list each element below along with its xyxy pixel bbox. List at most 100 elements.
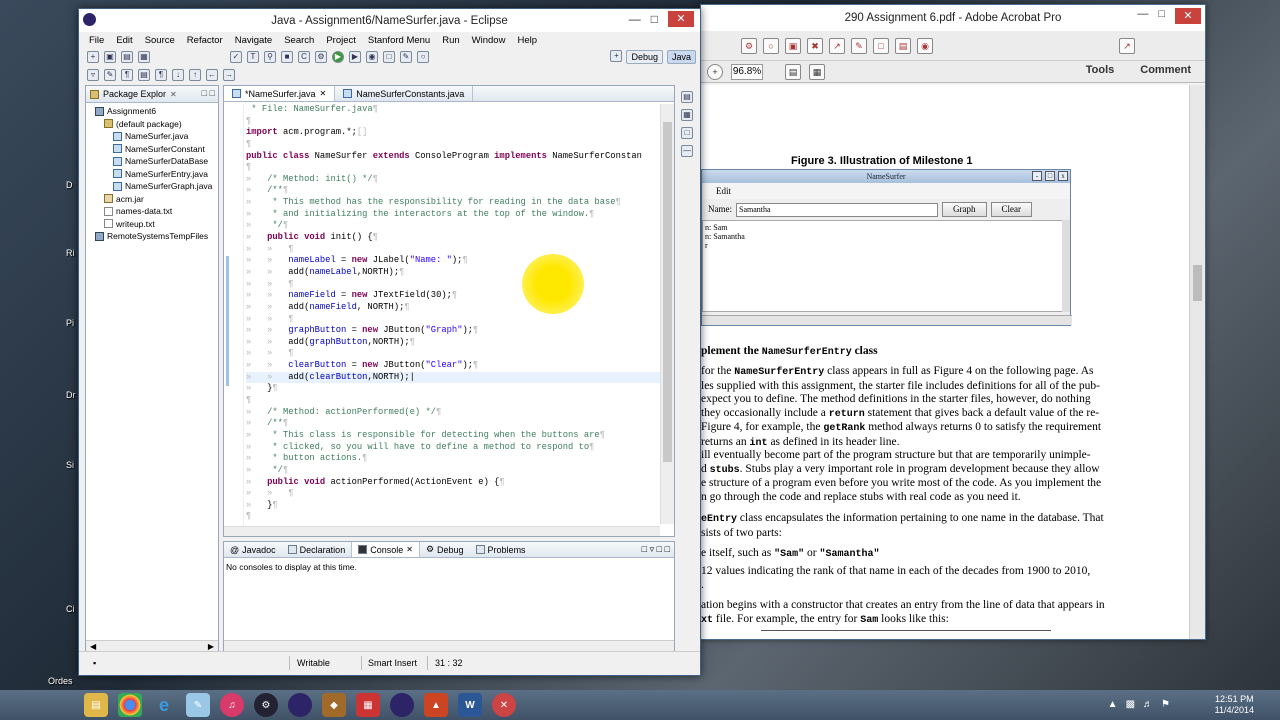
tree-item[interactable]: NameSurfer.java <box>86 130 218 143</box>
menu-navigate[interactable]: Navigate <box>229 35 279 46</box>
forward-icon[interactable]: → <box>223 69 235 81</box>
acrobat-icon[interactable]: ▲ <box>424 693 448 717</box>
close-icon[interactable]: ✕ <box>668 11 694 27</box>
expand-icon[interactable]: ↗ <box>1119 37 1135 54</box>
perspective-java[interactable]: Java <box>666 50 696 64</box>
minimize-icon[interactable]: — <box>1137 8 1148 24</box>
maximize-icon[interactable]: □ <box>1158 8 1165 24</box>
tree-item[interactable]: acm.jar <box>86 193 218 206</box>
word-icon[interactable]: W <box>458 693 482 717</box>
prev-annotation-icon[interactable]: ↑ <box>189 69 201 81</box>
mark-occurrences-icon[interactable]: ✎ <box>104 69 116 81</box>
view-menu-icon[interactable]: □ □ <box>202 88 215 98</box>
editor-hscrollbar[interactable] <box>224 526 660 536</box>
menu-source[interactable]: Source <box>139 35 181 46</box>
menu-stanford[interactable]: Stanford Menu <box>362 35 436 46</box>
menu-help[interactable]: Help <box>511 35 543 46</box>
hierarchy-icon[interactable]: □ <box>681 127 693 139</box>
minimize-view-icon[interactable]: — <box>681 145 693 157</box>
comment-icon[interactable]: ○ <box>763 37 779 54</box>
gear-icon[interactable]: ⚙ <box>741 37 757 54</box>
console-view-controls-icon[interactable]: □ ▿ □ □ <box>642 544 670 555</box>
menu-run[interactable]: Run <box>436 35 465 46</box>
print-icon[interactable]: ▦ <box>138 51 150 63</box>
tree-item[interactable]: Assignment6 <box>86 105 218 118</box>
pin-icon[interactable]: ○ <box>417 51 429 63</box>
menu-window[interactable]: Window <box>466 35 512 46</box>
edit-icon[interactable]: ✎ <box>400 51 412 63</box>
code-editor[interactable]: *NameSurfer.java ✕ NameSurferConstants.j… <box>223 85 675 537</box>
acrobat-titlebar[interactable]: 290 Assignment 6.pdf - Adobe Acrobat Pro… <box>701 5 1205 31</box>
pdf-page[interactable]: Figure 3. Illustration of Milestone 1 Na… <box>701 85 1189 639</box>
tree-item[interactable]: NameSurferGraph.java <box>86 180 218 193</box>
tree-item[interactable]: NameSurferDataBase <box>86 155 218 168</box>
tab-javadoc[interactable]: @ Javadoc <box>224 542 282 557</box>
back-icon[interactable]: ← <box>206 69 218 81</box>
tree-item[interactable]: (default package) <box>86 118 218 131</box>
scroll-thumb[interactable] <box>1193 265 1202 301</box>
menu-project[interactable]: Project <box>320 35 362 46</box>
menu-file[interactable]: File <box>83 35 110 46</box>
close-icon[interactable]: ✕ <box>406 545 413 554</box>
minimize-icon[interactable]: — <box>629 12 641 26</box>
clock[interactable]: 12:51 PM 11/4/2014 <box>1215 694 1254 716</box>
package-explorer-tab[interactable]: Package Explor ✕ □ □ <box>86 86 218 103</box>
file-explorer-icon[interactable]: ▤ <box>84 693 108 717</box>
tab-problems[interactable]: Problems <box>470 542 532 557</box>
delete-icon[interactable]: ✖ <box>807 37 823 54</box>
tree-item[interactable]: names-data.txt <box>86 205 218 218</box>
save-all-icon[interactable]: ▤ <box>121 51 133 63</box>
tab-console[interactable]: Console ✕ <box>351 542 420 557</box>
close-icon[interactable]: ✕ <box>320 89 327 98</box>
class-icon[interactable]: C <box>298 51 310 63</box>
show-source-icon[interactable]: ¶ <box>155 69 167 81</box>
volume-icon[interactable]: ♬ <box>1143 699 1153 710</box>
tree-item[interactable]: writeup.txt <box>86 218 218 231</box>
snipping-icon[interactable]: ✕ <box>492 693 516 717</box>
tab-declaration[interactable]: Declaration <box>282 542 352 557</box>
filter-icon[interactable]: ▿ <box>87 69 99 81</box>
eclipse-titlebar[interactable]: Java - Assignment6/NameSurfer.java - Ecl… <box>79 9 700 32</box>
zoom-input[interactable]: 96.8% <box>731 63 763 80</box>
tree-item[interactable]: RemoteSystemsTempFiles <box>86 230 218 243</box>
close-icon[interactable]: ✕ <box>170 90 177 99</box>
stamp-icon[interactable]: ◉ <box>917 37 933 54</box>
export-icon[interactable]: ↗ <box>829 37 845 54</box>
show-whitespace-icon[interactable]: ¶ <box>121 69 133 81</box>
calendar-icon[interactable]: ▦ <box>356 693 380 717</box>
scroll-thumb[interactable] <box>663 122 672 462</box>
sign-icon[interactable]: ✎ <box>851 37 867 54</box>
menu-edit[interactable]: Edit <box>110 35 138 46</box>
eclipse-icon[interactable] <box>288 693 312 717</box>
editor-gutter[interactable] <box>224 104 244 528</box>
acrobat-window[interactable]: 290 Assignment 6.pdf - Adobe Acrobat Pro… <box>700 4 1206 640</box>
task-list-icon[interactable]: ▤ <box>681 91 693 103</box>
pdf-scrollbar[interactable] <box>1189 85 1205 639</box>
package-explorer[interactable]: Package Explor ✕ □ □ Assignment6 (default… <box>85 85 219 653</box>
console-panel[interactable]: @ Javadoc Declaration Console ✕ ⚙ Debug Pro… <box>223 541 675 653</box>
open-folder-icon[interactable]: □ <box>383 51 395 63</box>
menu-refactor[interactable]: Refactor <box>181 35 229 46</box>
game-icon[interactable]: ◆ <box>322 693 346 717</box>
debug-run-icon[interactable]: ⚙ <box>315 51 327 63</box>
code-area[interactable]: * File: NameSurfer.java¶ ¶ import acm.prog… <box>224 104 660 528</box>
new-icon[interactable]: + <box>87 51 99 63</box>
tab-namesurfer-constants[interactable]: NameSurferConstants.java <box>335 86 474 101</box>
notepad-icon[interactable]: ✎ <box>186 693 210 717</box>
form-icon[interactable]: ▤ <box>895 37 911 54</box>
menu-search[interactable]: Search <box>278 35 320 46</box>
close-icon[interactable]: ✕ <box>1175 8 1201 24</box>
fit-page-icon[interactable]: ▤ <box>785 63 801 80</box>
eclipse-window[interactable]: Java - Assignment6/NameSurfer.java - Ecl… <box>78 8 701 676</box>
maximize-icon[interactable]: □ <box>651 12 658 26</box>
tree-item[interactable]: NameSurferConstant <box>86 143 218 156</box>
package-icon[interactable]: ■ <box>281 51 293 63</box>
eclipse-icon[interactable] <box>390 693 414 717</box>
coverage-icon[interactable]: ◉ <box>366 51 378 63</box>
search-icon[interactable]: ⚲ <box>264 51 276 63</box>
flag-icon[interactable]: ⚑ <box>1161 699 1170 710</box>
editor-scrollbar[interactable] <box>660 104 674 524</box>
run-icon[interactable]: ▶ <box>332 51 344 63</box>
tools-button[interactable]: Tools <box>1086 64 1115 76</box>
itunes-icon[interactable]: ♫ <box>220 693 244 717</box>
